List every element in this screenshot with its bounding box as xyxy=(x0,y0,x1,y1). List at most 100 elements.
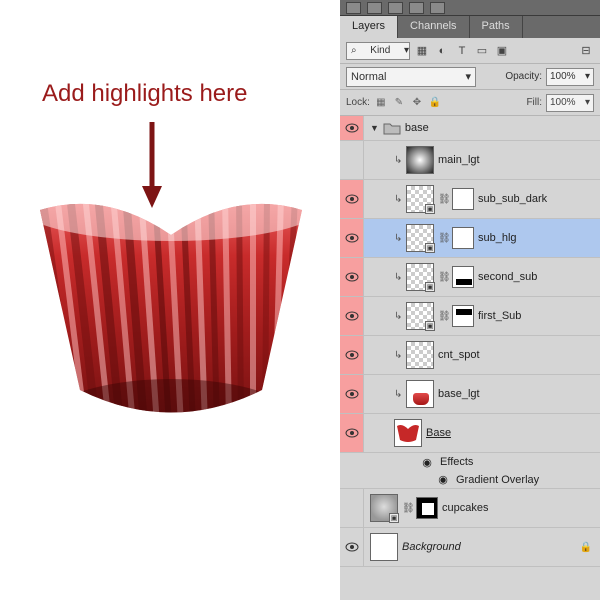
layer-first-sub[interactable]: ↳ ▣ ⛓ first_Sub xyxy=(340,297,600,336)
cupcake-base-artwork xyxy=(40,195,302,425)
blend-mode-select[interactable]: Normal ▾ xyxy=(346,67,476,87)
lock-transparency-icon[interactable]: ▦ xyxy=(374,96,388,110)
layer-mask-thumbnail[interactable] xyxy=(452,188,474,210)
layer-thumbnail[interactable] xyxy=(394,419,422,447)
layer-thumbnail[interactable]: ▣ xyxy=(370,494,398,522)
filter-pixel-icon[interactable]: ▦ xyxy=(414,43,430,59)
clip-indicator-icon: ↳ xyxy=(394,272,402,283)
layer-base-shape[interactable]: Base xyxy=(340,414,600,453)
layer-name: sub_hlg xyxy=(478,232,517,244)
layer-name: cnt_spot xyxy=(438,349,480,361)
lock-position-icon[interactable]: ✥ xyxy=(410,96,424,110)
visibility-toggle[interactable] xyxy=(340,375,364,413)
panel-tabs: Layers Channels Paths xyxy=(340,16,600,38)
smart-object-badge-icon: ▣ xyxy=(425,204,435,214)
swatch-1[interactable] xyxy=(346,2,361,14)
group-base[interactable]: ▼ base xyxy=(340,116,600,141)
filter-smart-icon[interactable]: ▣ xyxy=(494,43,510,59)
chevron-updown-icon: ▾ xyxy=(465,70,471,83)
visibility-toggle[interactable] xyxy=(340,297,364,335)
layer-name: main_lgt xyxy=(438,154,480,166)
layer-thumbnail[interactable] xyxy=(370,533,398,561)
fill-label: Fill: xyxy=(526,97,542,108)
layer-mask-thumbnail[interactable] xyxy=(452,305,474,327)
layer-sub-sub-dark[interactable]: ↳ ▣ ⛓ sub_sub_dark xyxy=(340,180,600,219)
eye-icon xyxy=(345,194,359,204)
layer-name: cupcakes xyxy=(442,502,488,514)
layer-sub-hlg[interactable]: ↳ ▣ ⛓ sub_hlg xyxy=(340,219,600,258)
eye-icon xyxy=(345,428,359,438)
tab-layers[interactable]: Layers xyxy=(340,16,398,38)
layer-second-sub[interactable]: ↳ ▣ ⛓ second_sub xyxy=(340,258,600,297)
filter-adjust-icon[interactable]: ◐ xyxy=(434,43,450,59)
layer-thumbnail[interactable]: ▣ xyxy=(406,224,434,252)
disclosure-triangle-icon[interactable]: ▼ xyxy=(370,123,379,133)
layer-thumbnail[interactable] xyxy=(406,380,434,408)
search-icon: ⌕ xyxy=(351,45,357,56)
filter-type-icon[interactable]: T xyxy=(454,43,470,59)
swatch-4[interactable] xyxy=(409,2,424,14)
eye-icon[interactable]: ◉ xyxy=(420,456,434,469)
layer-cnt-spot[interactable]: ↳ cnt_spot xyxy=(340,336,600,375)
clip-indicator-icon: ↳ xyxy=(394,311,402,322)
eye-icon[interactable]: ◉ xyxy=(436,473,450,486)
lock-image-icon[interactable]: ✎ xyxy=(392,96,406,110)
visibility-toggle[interactable] xyxy=(340,336,364,374)
tab-channels[interactable]: Channels xyxy=(398,16,469,38)
layer-thumbnail[interactable]: ▣ xyxy=(406,302,434,330)
visibility-toggle[interactable] xyxy=(340,489,364,527)
tab-paths[interactable]: Paths xyxy=(470,16,523,38)
lock-label: Lock: xyxy=(346,97,370,108)
visibility-toggle[interactable] xyxy=(340,258,364,296)
effect-name: Gradient Overlay xyxy=(456,474,539,486)
layer-effect-gradient-overlay[interactable]: ◉ Gradient Overlay xyxy=(340,471,600,489)
opacity-input[interactable]: 100% ▾ xyxy=(546,68,594,86)
layer-cupcakes[interactable]: ▣ ⛓ cupcakes xyxy=(340,489,600,528)
filter-toggle-switch[interactable]: ⊟ xyxy=(578,43,594,59)
layer-effects-header[interactable]: ◉ Effects xyxy=(340,453,600,471)
clip-indicator-icon: ↳ xyxy=(394,194,402,205)
visibility-toggle[interactable] xyxy=(340,116,364,140)
smart-object-badge-icon: ▣ xyxy=(425,282,435,292)
layer-thumbnail[interactable] xyxy=(406,341,434,369)
mask-link-icon[interactable]: ⛓ xyxy=(438,311,448,322)
clip-indicator-icon: ↳ xyxy=(394,389,402,400)
clip-indicator-icon: ↳ xyxy=(394,350,402,361)
mask-link-icon[interactable]: ⛓ xyxy=(438,233,448,244)
layer-thumbnail[interactable]: ▣ xyxy=(406,185,434,213)
visibility-toggle[interactable] xyxy=(340,414,364,452)
layer-thumbnail[interactable]: ▣ xyxy=(406,263,434,291)
layer-name: sub_sub_dark xyxy=(478,193,547,205)
filter-kind-select[interactable]: ⌕ Kind ▾ xyxy=(346,42,410,60)
effects-label: Effects xyxy=(440,456,473,468)
visibility-toggle[interactable] xyxy=(340,180,364,218)
fill-input[interactable]: 100% ▾ xyxy=(546,94,594,112)
smart-object-badge-icon: ▣ xyxy=(425,243,435,253)
canvas-area: Add highlights here xyxy=(0,0,340,600)
layer-mask-thumbnail[interactable] xyxy=(452,266,474,288)
mask-link-icon[interactable]: ⛓ xyxy=(438,272,448,283)
visibility-toggle[interactable] xyxy=(340,141,364,179)
layer-mask-thumbnail[interactable] xyxy=(452,227,474,249)
filter-shape-icon[interactable]: ▭ xyxy=(474,43,490,59)
visibility-toggle[interactable] xyxy=(340,219,364,257)
layer-name: first_Sub xyxy=(478,310,521,322)
swatch-5[interactable] xyxy=(430,2,445,14)
layer-base-lgt[interactable]: ↳ base_lgt xyxy=(340,375,600,414)
visibility-toggle[interactable] xyxy=(340,528,364,566)
swatch-2[interactable] xyxy=(367,2,382,14)
fill-value: 100% xyxy=(550,97,576,108)
swatch-3[interactable] xyxy=(388,2,403,14)
layer-filter-row: ⌕ Kind ▾ ▦ ◐ T ▭ ▣ ⊟ xyxy=(340,38,600,64)
mask-link-icon[interactable]: ⛓ xyxy=(402,503,412,514)
layer-background[interactable]: Background 🔒 xyxy=(340,528,600,567)
layer-thumbnail[interactable] xyxy=(406,146,434,174)
blend-opacity-row: Normal ▾ Opacity: 100% ▾ xyxy=(340,64,600,90)
layer-main-lgt[interactable]: ↳ main_lgt xyxy=(340,141,600,180)
layers-list: ▼ base ↳ main_lgt ↳ ▣ ⛓ sub_sub_dark ↳ xyxy=(340,116,600,567)
lock-all-icon[interactable]: 🔒 xyxy=(428,96,442,110)
smart-object-badge-icon: ▣ xyxy=(389,513,399,523)
mask-link-icon[interactable]: ⛓ xyxy=(438,194,448,205)
layer-name: base_lgt xyxy=(438,388,480,400)
layer-mask-thumbnail[interactable] xyxy=(416,497,438,519)
